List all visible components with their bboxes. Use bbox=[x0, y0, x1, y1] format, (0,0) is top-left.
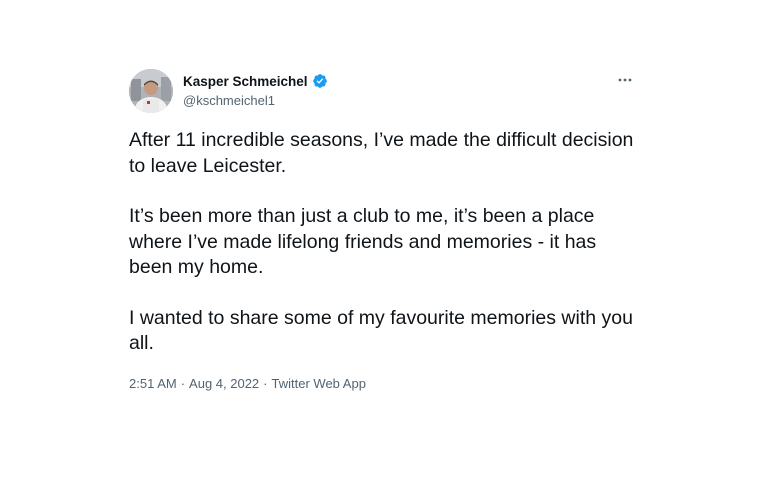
author-avatar[interactable] bbox=[129, 69, 173, 113]
author-handle[interactable]: @kschmeichel1 bbox=[183, 93, 328, 108]
avatar-photo-icon bbox=[129, 69, 173, 113]
author-names: Kasper Schmeichel @kschmeichel1 bbox=[183, 72, 328, 108]
author-display-name[interactable]: Kasper Schmeichel bbox=[183, 74, 308, 89]
tweet-time[interactable]: 2:51 AM bbox=[129, 376, 177, 391]
meta-separator: · bbox=[180, 375, 186, 391]
more-options-button[interactable] bbox=[615, 72, 635, 88]
tweet-date[interactable]: Aug 4, 2022 bbox=[189, 376, 259, 391]
tweet-paragraph: After 11 incredible seasons, I’ve made t… bbox=[129, 129, 634, 177]
meta-separator: · bbox=[263, 375, 268, 391]
verified-badge-icon bbox=[312, 73, 328, 89]
tweet-paragraph: I wanted to share some of my favourite m… bbox=[129, 306, 633, 355]
tweet-paragraph: It’s been more than just a club to me, i… bbox=[129, 205, 597, 278]
tweet-source[interactable]: Twitter Web App bbox=[272, 376, 366, 391]
display-name-row: Kasper Schmeichel bbox=[183, 72, 328, 90]
more-options-icon bbox=[618, 78, 632, 82]
tweet-metadata: 2:51 AM · Aug 4, 2022 · Twitter Web App bbox=[129, 376, 639, 391]
tweet-text: After 11 incredible seasons, I’ve made t… bbox=[129, 128, 634, 357]
tweet-card: Kasper Schmeichel @kschmeichel1 After 11… bbox=[129, 68, 639, 391]
tweet-header: Kasper Schmeichel @kschmeichel1 bbox=[129, 68, 639, 113]
